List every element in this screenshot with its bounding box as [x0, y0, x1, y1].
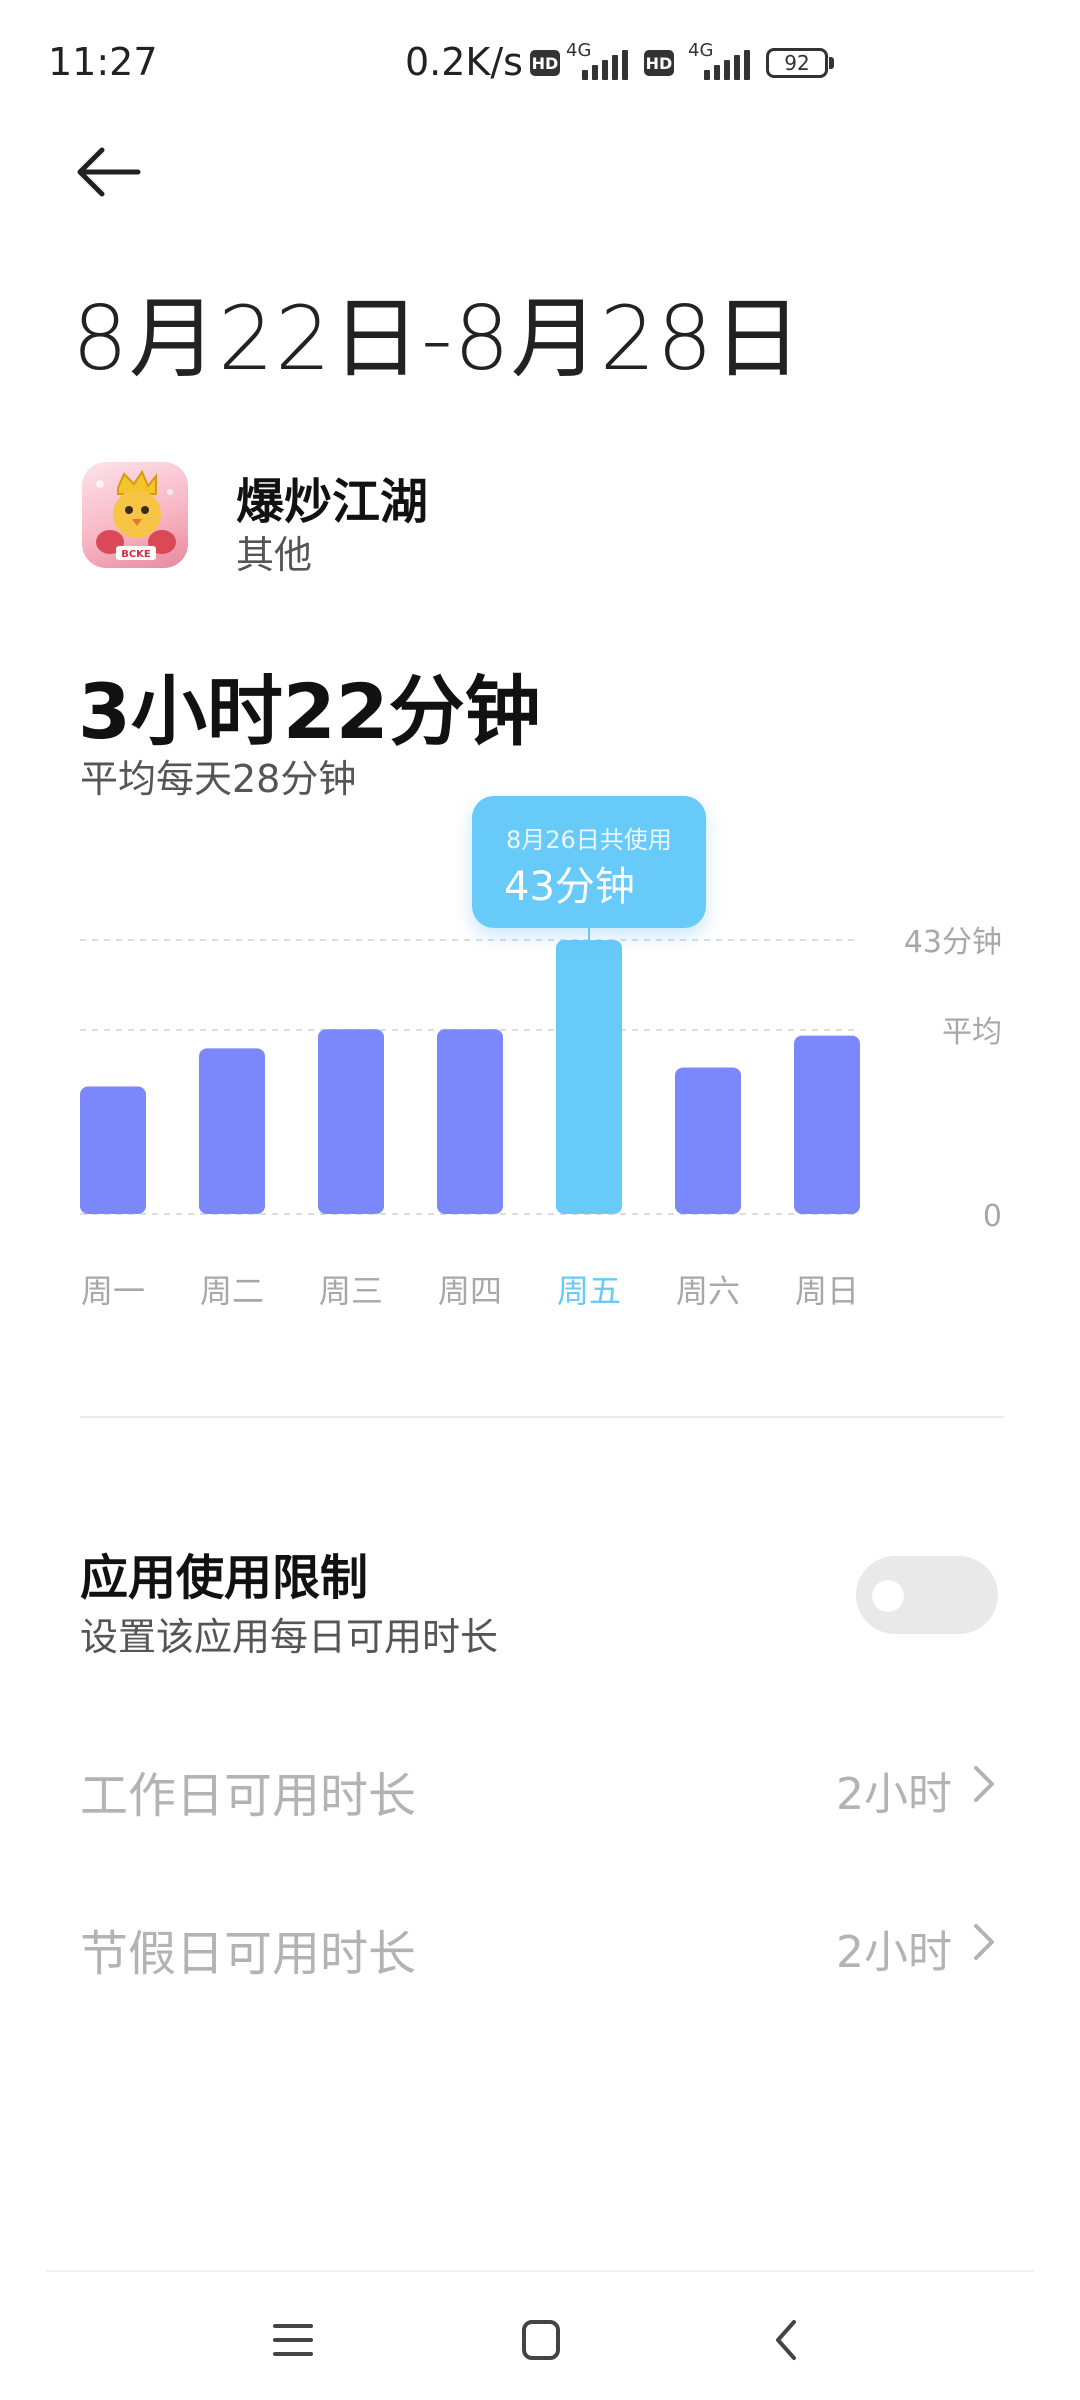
day-label-1[interactable]: 周一	[81, 1272, 145, 1310]
day-label-4[interactable]: 周四	[438, 1272, 502, 1310]
day-label-2[interactable]: 周二	[200, 1272, 264, 1310]
weekday-limit-row[interactable]: 工作日可用时长 2小时	[80, 1740, 1004, 1830]
page-title: 8月22日-8月28日	[72, 287, 803, 390]
bar-4[interactable]	[437, 1029, 503, 1214]
tooltip-title: 8月26日共使用	[506, 826, 672, 854]
back-icon	[776, 2320, 796, 2360]
weekday-limit-value: 2小时	[836, 1769, 952, 1820]
status-bar: 11:27 0.2K/s HD 4G HD 4G 92	[0, 0, 1080, 120]
usage-limit-toggle[interactable]	[856, 1556, 998, 1634]
usage-limit-title: 应用使用限制	[80, 1550, 369, 1606]
bar-7[interactable]	[794, 1035, 860, 1214]
nav-bar-divider	[46, 2270, 1034, 2272]
app-name: 爆炒江湖	[236, 474, 429, 530]
app-category: 其他	[236, 533, 313, 577]
bar-2[interactable]	[199, 1048, 265, 1214]
holiday-limit-label: 节假日可用时长	[80, 1926, 417, 1982]
chart-tooltip: 8月26日共使用 43分钟	[472, 796, 706, 928]
chevron-right-icon	[974, 1766, 994, 1802]
menu-icon	[273, 2324, 313, 2356]
app-icon: BCKE	[82, 462, 188, 568]
holiday-limit-row[interactable]: 节假日可用时长 2小时	[80, 1898, 1004, 1988]
network-speed: 0.2K/s	[405, 40, 523, 84]
battery-icon: 92	[766, 48, 828, 78]
usage-limit-subtitle: 设置该应用每日可用时长	[80, 1615, 499, 1659]
holiday-limit-value: 2小时	[836, 1927, 952, 1978]
app-icon-text: BCKE	[121, 549, 151, 560]
status-time: 11:27	[48, 40, 158, 84]
day-label-5[interactable]: 周五	[557, 1272, 621, 1310]
bar-6[interactable]	[675, 1067, 741, 1214]
day-label-3[interactable]: 周三	[319, 1272, 383, 1310]
y-label-zero: 0	[983, 1199, 1002, 1234]
weekday-limit-label: 工作日可用时长	[80, 1768, 417, 1824]
toggle-knob	[872, 1580, 904, 1612]
hd-icon: HD	[530, 50, 560, 76]
y-label-max: 43分钟	[904, 925, 1002, 960]
daily-average: 平均每天28分钟	[80, 757, 357, 801]
day-label-6[interactable]: 周六	[676, 1272, 740, 1310]
back-button[interactable]	[72, 142, 152, 202]
home-button[interactable]	[500, 2300, 580, 2380]
y-label-average: 平均	[942, 1015, 1002, 1050]
hd-icon: HD	[644, 50, 674, 76]
section-divider	[80, 1416, 1004, 1418]
chevron-right-icon	[974, 1924, 994, 1960]
bar-3[interactable]	[318, 1029, 384, 1214]
bar-1[interactable]	[80, 1086, 146, 1214]
arrow-left-icon	[77, 147, 141, 197]
bar-5[interactable]	[556, 940, 622, 1214]
battery-tip	[829, 57, 834, 69]
day-label-7[interactable]: 周日	[795, 1272, 859, 1310]
system-back-button[interactable]	[748, 2300, 828, 2380]
recents-button[interactable]	[253, 2300, 333, 2380]
tooltip-value: 43分钟	[504, 864, 635, 910]
signal-icon	[582, 50, 628, 80]
total-usage: 3小时22分钟	[78, 667, 541, 756]
home-icon	[522, 2320, 560, 2360]
signal-icon	[704, 50, 750, 80]
